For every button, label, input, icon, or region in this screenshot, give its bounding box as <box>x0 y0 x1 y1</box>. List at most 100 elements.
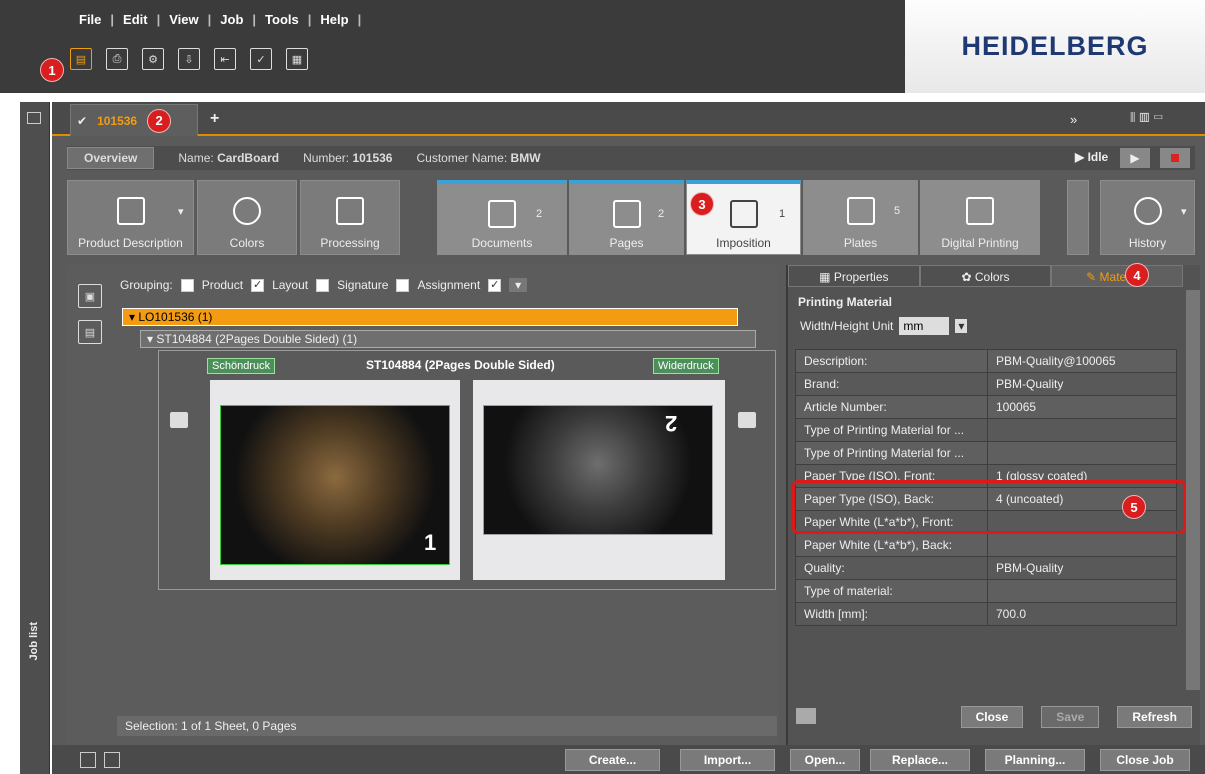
signature-checkbox[interactable] <box>316 278 330 292</box>
badge-1: 1 <box>40 58 64 82</box>
layout-tool-icon[interactable]: ▣ <box>78 284 102 308</box>
workflow-colors[interactable]: Colors <box>197 180 297 255</box>
workflow-product-description[interactable]: ▾ Product Description <box>67 180 194 255</box>
unit-select[interactable]: mm <box>899 317 950 335</box>
tab-colors[interactable]: ✿ Colors <box>919 265 1052 287</box>
back-page[interactable]: 2 <box>473 380 725 580</box>
overview-button[interactable]: Overview <box>67 147 155 169</box>
table-row[interactable]: Type of material: <box>795 579 1177 603</box>
front-page[interactable]: 1 <box>210 380 460 580</box>
layout-checkbox[interactable]: ✓ <box>251 278 265 292</box>
panel-layout-icon[interactable]: ⫴ ▥ ▭ <box>1130 110 1163 126</box>
property-tabs: ▦ Properties ✿ Colors ✎ Materials <box>788 265 1184 287</box>
table-row[interactable]: Paper White (L*a*b*), Back: <box>795 533 1177 557</box>
layout-option: Layout <box>272 278 309 292</box>
menu-edit[interactable]: Edit <box>114 12 157 27</box>
grouping-dropdown[interactable]: ▾ <box>509 278 528 292</box>
table-row[interactable]: Type of Printing Material for ... <box>795 441 1177 465</box>
menu-file[interactable]: File <box>70 12 110 27</box>
leopard-image-back <box>483 405 713 535</box>
back-color-icon[interactable] <box>738 412 756 428</box>
assignment-option: Assignment <box>417 278 481 292</box>
signature-option: Signature <box>337 278 389 292</box>
table-row[interactable]: Article Number: 100065 <box>795 395 1177 419</box>
menu-job[interactable]: Job <box>211 12 252 27</box>
color-checkbox[interactable]: ✓ <box>488 278 502 292</box>
sheet-title: ST104884 (2Pages Double Sided) <box>366 358 555 372</box>
job-tab[interactable]: ✔ 101536 2 <box>70 104 198 136</box>
back-side-label: Widerdruck <box>653 358 719 374</box>
table-row[interactable]: Width [mm]: 700.0 <box>795 602 1177 626</box>
job-tab-row <box>52 102 1205 136</box>
workflow-documents[interactable]: 2 Documents <box>437 180 567 255</box>
properties-scrollbar[interactable] <box>1186 290 1200 690</box>
document-icon[interactable]: ▦ <box>286 48 308 70</box>
grid-view-icon[interactable] <box>104 751 120 768</box>
close-button[interactable]: Close <box>960 706 1024 728</box>
play-button[interactable]: ▶ <box>1120 148 1150 168</box>
menu-tools[interactable]: Tools <box>256 12 308 27</box>
printer-icon[interactable]: ⎙ <box>106 48 128 70</box>
menu-bar: File | Edit | View | Job | Tools | Help | <box>70 12 361 27</box>
documents-icon <box>488 200 516 228</box>
layout-node-label: LO101536 (1) <box>138 310 213 324</box>
digital-printing-icon <box>966 197 994 225</box>
front-color-icon[interactable] <box>170 412 188 428</box>
workflow-digital-printing[interactable]: Digital Printing <box>920 180 1040 255</box>
badge-4: 4 <box>1125 263 1149 287</box>
assignment-checkbox[interactable] <box>396 278 410 292</box>
replace-button[interactable]: Replace... <box>870 749 970 771</box>
job-list-label[interactable]: Job list <box>28 622 40 661</box>
menu-help[interactable]: Help <box>311 12 357 27</box>
product-checkbox[interactable] <box>180 278 194 292</box>
chevron-down-icon[interactable]: ▾ <box>955 319 968 333</box>
table-row[interactable]: Description: PBM-Quality@100065 <box>795 349 1177 373</box>
import-icon[interactable]: ⇤ <box>214 48 236 70</box>
tab-properties[interactable]: ▦ Properties <box>788 265 920 287</box>
planning-button[interactable]: Planning... <box>985 749 1085 771</box>
info-bar: Overview Name: CardBoard Number: 101536 … <box>67 146 1195 170</box>
job-icon[interactable]: ▤ <box>70 48 92 70</box>
layout-tree-node[interactable]: ▾ LO101536 (1) <box>122 308 738 326</box>
grouping-label: Grouping: <box>120 278 173 292</box>
sidebar: Job list <box>20 102 50 774</box>
stop-button[interactable] <box>1160 148 1190 168</box>
create-button[interactable]: Create... <box>565 749 660 771</box>
workflow-scroll-right[interactable] <box>1067 180 1089 255</box>
job-number: 101536 <box>352 151 393 165</box>
badge-2: 2 <box>147 108 172 133</box>
panel-button-row: Close Save Refresh <box>788 705 1200 729</box>
number-label: Number: <box>303 151 350 165</box>
menu-view[interactable]: View <box>160 12 207 27</box>
selection-status: Selection: 1 of 1 Sheet, 0 Pages <box>117 716 777 736</box>
sidebar-toggle-icon[interactable] <box>27 112 41 124</box>
close-job-button[interactable]: Close Job <box>1100 749 1190 771</box>
history-icon <box>1133 197 1162 225</box>
table-row[interactable]: Type of Printing Material for ... <box>795 418 1177 442</box>
job-name: CardBoard <box>217 151 280 165</box>
workflow-processing[interactable]: Processing <box>300 180 400 255</box>
workflow-history[interactable]: ▾ History <box>1100 180 1195 255</box>
badge-5: 5 <box>1122 495 1146 519</box>
save-button[interactable]: Save <box>1041 706 1100 728</box>
approve-icon[interactable]: ✓ <box>250 48 272 70</box>
sheet-tool-icon[interactable]: ▤ <box>78 320 102 344</box>
table-row[interactable]: Brand: PBM-Quality <box>795 372 1177 396</box>
output-icon[interactable]: ⇩ <box>178 48 200 70</box>
sheet-tree-node[interactable]: ▾ ST104884 (2Pages Double Sided) (1) <box>140 330 756 348</box>
open-button[interactable]: Open... <box>790 749 860 771</box>
badge-3: 3 <box>690 192 714 216</box>
add-tab-button[interactable]: + <box>210 110 219 128</box>
workflow-plates[interactable]: 5 Plates <box>803 180 918 255</box>
tab-materials[interactable]: ✎ Materials <box>1051 265 1184 287</box>
workflow-pages[interactable]: 2 Pages <box>569 180 684 255</box>
printing-material-title: Printing Material <box>798 295 893 309</box>
import-button[interactable]: Import... <box>680 749 775 771</box>
list-view-icon[interactable] <box>80 751 96 768</box>
device-settings-icon[interactable]: ⚙ <box>142 48 164 70</box>
chevron-down-icon[interactable]: » <box>1070 112 1077 127</box>
heidelberg-logo: HEIDELBERG <box>905 0 1205 93</box>
product-option: Product <box>201 278 244 292</box>
table-row[interactable]: Quality: PBM-Quality <box>795 556 1177 580</box>
refresh-button[interactable]: Refresh <box>1117 706 1192 728</box>
